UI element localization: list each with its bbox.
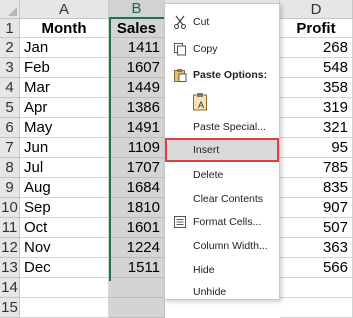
- cell-d14[interactable]: [280, 278, 353, 298]
- row-header-8[interactable]: 8: [0, 158, 20, 178]
- scissors-icon: [172, 14, 188, 30]
- cell-profit[interactable]: 363: [280, 238, 353, 258]
- row-header-1[interactable]: 1: [0, 19, 20, 38]
- context-menu: Cut Copy Paste Options: A Paste Special.…: [164, 3, 280, 300]
- menu-item-unhide-label: Unhide: [193, 286, 227, 298]
- cell-sales[interactable]: 1607: [109, 58, 165, 78]
- cell-sales[interactable]: 1684: [109, 178, 165, 198]
- menu-item-copy[interactable]: Copy: [165, 37, 279, 61]
- cell-profit[interactable]: 319: [280, 98, 353, 118]
- cell-sales[interactable]: 1491: [109, 118, 165, 138]
- cell-profit[interactable]: 268: [280, 38, 353, 58]
- format-cells-icon: [172, 214, 188, 230]
- cell-profit[interactable]: 835: [280, 178, 353, 198]
- cell-sales[interactable]: 1511: [109, 258, 165, 278]
- copy-icon: [172, 41, 188, 57]
- cell-month[interactable]: Mar: [20, 78, 109, 98]
- menu-item-insert-label: Insert: [193, 144, 220, 156]
- menu-item-cut-label: Cut: [193, 16, 210, 28]
- cell-month[interactable]: Dec: [20, 258, 109, 278]
- cell-a1[interactable]: Month: [20, 19, 109, 38]
- cell-a15[interactable]: [20, 298, 109, 318]
- column-header-b[interactable]: B: [109, 0, 165, 19]
- menu-item-clear-contents-label: Clear Contents: [193, 193, 264, 205]
- cell-month[interactable]: Sep: [20, 198, 109, 218]
- cell-sales[interactable]: 1601: [109, 218, 165, 238]
- cell-b14[interactable]: [109, 278, 165, 298]
- menu-item-hide[interactable]: Hide: [165, 258, 279, 282]
- menu-item-format-cells-label: Format Cells...: [193, 216, 262, 228]
- cell-profit[interactable]: 907: [280, 198, 353, 218]
- cell-month[interactable]: Aug: [20, 178, 109, 198]
- cell-sales[interactable]: 1810: [109, 198, 165, 218]
- menu-item-unhide[interactable]: Unhide: [165, 280, 279, 304]
- cell-b15[interactable]: [109, 298, 165, 318]
- row-header-15[interactable]: 15: [0, 298, 20, 318]
- column-header-d[interactable]: D: [280, 0, 353, 19]
- column-header-a[interactable]: A: [20, 0, 109, 19]
- row-header-13[interactable]: 13: [0, 258, 20, 278]
- menu-item-copy-label: Copy: [193, 43, 218, 55]
- cell-profit[interactable]: 358: [280, 78, 353, 98]
- menu-item-clear-contents[interactable]: Clear Contents: [165, 187, 279, 211]
- cell-d1[interactable]: Profit: [280, 19, 353, 38]
- svg-text:A: A: [198, 100, 204, 110]
- paste-icon: [172, 67, 188, 83]
- cell-sales[interactable]: 1386: [109, 98, 165, 118]
- cell-a14[interactable]: [20, 278, 109, 298]
- cell-sales[interactable]: 1449: [109, 78, 165, 98]
- cell-month[interactable]: May: [20, 118, 109, 138]
- cell-profit[interactable]: 566: [280, 258, 353, 278]
- cell-sales[interactable]: 1224: [109, 238, 165, 258]
- row-header-14[interactable]: 14: [0, 278, 20, 298]
- row-header-6[interactable]: 6: [0, 118, 20, 138]
- cell-profit[interactable]: 95: [280, 138, 353, 158]
- cell-profit[interactable]: 548: [280, 58, 353, 78]
- cell-month[interactable]: Jan: [20, 38, 109, 58]
- row-header-9[interactable]: 9: [0, 178, 20, 198]
- cell-month[interactable]: Jun: [20, 138, 109, 158]
- row-header-5[interactable]: 5: [0, 98, 20, 118]
- row-header-11[interactable]: 11: [0, 218, 20, 238]
- menu-item-column-width-label: Column Width...: [193, 240, 268, 252]
- cell-month[interactable]: Jul: [20, 158, 109, 178]
- row-header-2[interactable]: 2: [0, 38, 20, 58]
- row-header-3[interactable]: 3: [0, 58, 20, 78]
- cell-sales[interactable]: 1707: [109, 158, 165, 178]
- menu-item-paste-options: Paste Options:: [165, 63, 279, 87]
- menu-item-paste-options-label: Paste Options:: [193, 69, 268, 81]
- row-header-7[interactable]: 7: [0, 138, 20, 158]
- menu-item-insert[interactable]: Insert: [165, 138, 279, 162]
- paste-clipboard-icon: A: [191, 92, 211, 112]
- cell-sales[interactable]: 1411: [109, 38, 165, 58]
- menu-item-paste-special-label: Paste Special...: [193, 121, 266, 133]
- row-header-12[interactable]: 12: [0, 238, 20, 258]
- cell-d15[interactable]: [280, 298, 353, 318]
- row-header-10[interactable]: 10: [0, 198, 20, 218]
- cell-sales[interactable]: 1109: [109, 138, 165, 158]
- select-all-corner[interactable]: [0, 0, 20, 19]
- menu-item-delete[interactable]: Delete: [165, 163, 279, 187]
- cell-profit[interactable]: 321: [280, 118, 353, 138]
- menu-item-column-width[interactable]: Column Width...: [165, 234, 279, 258]
- menu-item-hide-label: Hide: [193, 264, 215, 276]
- cell-profit[interactable]: 785: [280, 158, 353, 178]
- cell-b1[interactable]: Sales: [109, 19, 165, 38]
- menu-item-paste-special[interactable]: Paste Special...: [165, 115, 279, 139]
- menu-item-format-cells[interactable]: Format Cells...: [165, 210, 279, 234]
- cell-profit[interactable]: 507: [280, 218, 353, 238]
- paste-option-button[interactable]: A: [165, 88, 279, 116]
- row-header-4[interactable]: 4: [0, 78, 20, 98]
- cell-month[interactable]: Oct: [20, 218, 109, 238]
- cell-month[interactable]: Apr: [20, 98, 109, 118]
- menu-item-delete-label: Delete: [193, 169, 224, 181]
- cell-month[interactable]: Feb: [20, 58, 109, 78]
- cell-month[interactable]: Nov: [20, 238, 109, 258]
- menu-item-cut[interactable]: Cut: [165, 10, 279, 34]
